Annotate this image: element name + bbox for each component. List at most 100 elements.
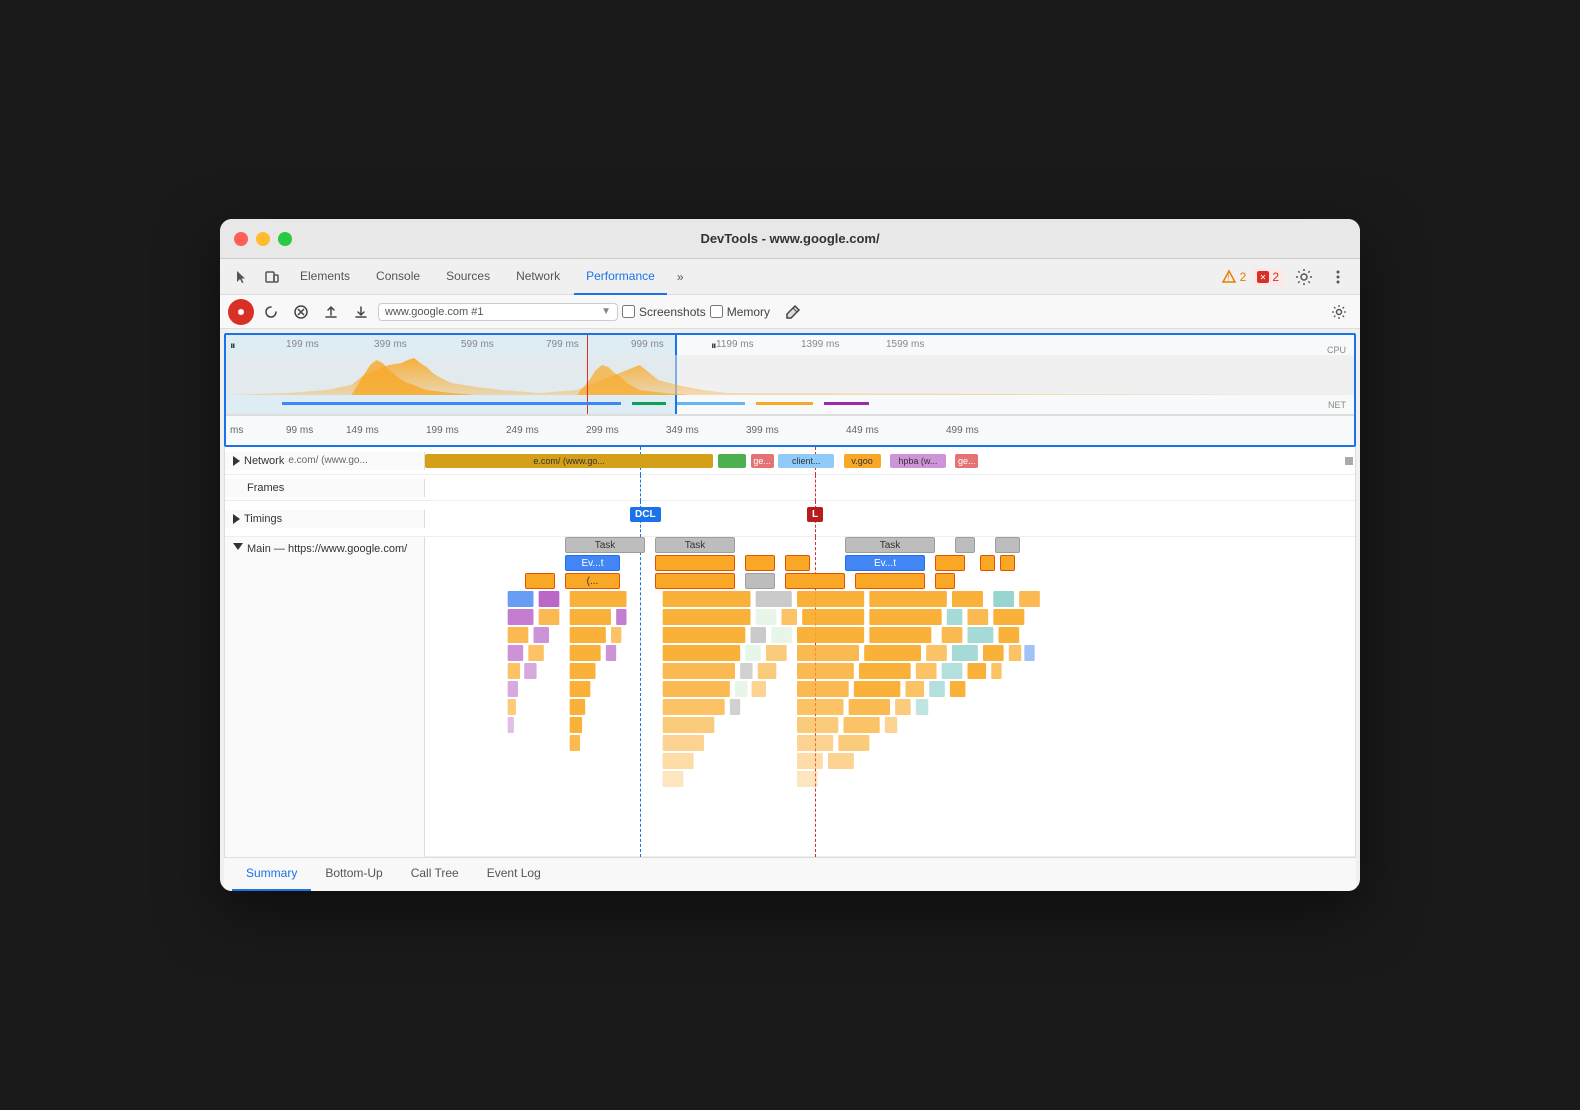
ruler-499: 499 ms: [946, 425, 979, 436]
ruler-199: 199 ms: [426, 425, 459, 436]
maximize-button[interactable]: [278, 232, 292, 246]
task-row-2: Ev...t Ev...t: [425, 555, 1355, 573]
record-button[interactable]: [228, 299, 254, 325]
main-label: Main — https://www.google.com/: [247, 543, 407, 555]
tab-call-tree[interactable]: Call Tree: [397, 857, 473, 891]
network-url-short: e.com/ (www.go...: [288, 455, 367, 466]
warning-badge: ! 2: [1221, 269, 1247, 285]
screenshots-label: Screenshots: [639, 305, 706, 319]
screenshots-checkbox[interactable]: [622, 305, 635, 318]
yellow-bar-3[interactable]: [785, 555, 810, 571]
yellow-bar-5[interactable]: [980, 555, 995, 571]
marker-999: 999 ms: [631, 339, 664, 350]
task-row-1: Task Task Task: [425, 537, 1355, 555]
svg-text:!: !: [1227, 273, 1229, 282]
network-track-content: e.com/ (www.go... ge... client... v.goo …: [425, 447, 1355, 475]
settings-icon[interactable]: [1290, 263, 1318, 291]
main-collapse-icon[interactable]: [233, 543, 243, 550]
memory-label: Memory: [727, 305, 770, 319]
timings-expand-icon[interactable]: [233, 514, 240, 524]
task-r3-5[interactable]: [785, 573, 845, 589]
net-bar-vgoo: v.goo: [844, 454, 881, 468]
ruler-399: 399 ms: [746, 425, 779, 436]
task-2[interactable]: Task: [655, 537, 735, 553]
tab-sources[interactable]: Sources: [434, 259, 502, 295]
frames-track-label: Frames: [225, 479, 425, 497]
marker-799: 799 ms: [546, 339, 579, 350]
svg-text:✕: ✕: [1260, 273, 1267, 282]
net-bar-ge3: ge...: [955, 454, 978, 468]
tab-console[interactable]: Console: [364, 259, 432, 295]
marker-1199: 1199 ms: [716, 339, 754, 350]
marker-399: 399 ms: [374, 339, 407, 350]
tab-performance[interactable]: Performance: [574, 259, 667, 295]
task-r3-3[interactable]: [655, 573, 735, 589]
pause-icon-left: ⏸: [230, 340, 236, 353]
tab-summary[interactable]: Summary: [232, 857, 311, 891]
task-1[interactable]: Task: [565, 537, 645, 553]
frames-dcl-line: [640, 475, 641, 501]
reload-record-button[interactable]: [258, 299, 284, 325]
task-r3-2[interactable]: (...: [565, 573, 620, 589]
task-r3-1[interactable]: [525, 573, 555, 589]
clear-button[interactable]: [288, 299, 314, 325]
marker-199: 199 ms: [286, 339, 319, 350]
timeline-main: Network e.com/ (www.go... e.com/ (www.go…: [224, 447, 1356, 857]
network-expand-icon[interactable]: [233, 456, 240, 466]
net-bar-hpba: hpba (w...: [890, 454, 946, 468]
task-4[interactable]: [955, 537, 975, 553]
broom-icon[interactable]: [780, 299, 806, 325]
minimize-button[interactable]: [256, 232, 270, 246]
ruler-0: ms: [230, 425, 243, 436]
frames-label: Frames: [247, 482, 284, 494]
main-track-label: Main — https://www.google.com/: [225, 537, 425, 857]
net-bar-main: e.com/ (www.go...: [425, 454, 713, 468]
cpu-chart: [226, 355, 1354, 395]
device-icon[interactable]: [258, 263, 286, 291]
dcl-badge: DCL: [630, 507, 661, 522]
memory-checkbox[interactable]: [710, 305, 723, 318]
performance-toolbar: ▼ Screenshots Memory: [220, 295, 1360, 329]
tab-elements[interactable]: Elements: [288, 259, 362, 295]
net-bar-ge1: [718, 454, 746, 468]
tab-event-log[interactable]: Event Log: [473, 857, 555, 891]
network-track-row: Network e.com/ (www.go... e.com/ (www.go…: [225, 447, 1355, 475]
titlebar: DevTools - www.google.com/: [220, 219, 1360, 259]
task-r3-6[interactable]: [855, 573, 925, 589]
perf-settings-button[interactable]: [1326, 299, 1352, 325]
url-dropdown-icon[interactable]: ▼: [601, 306, 611, 317]
ev-bar-2[interactable]: Ev...t: [845, 555, 925, 571]
scroll-indicator: [1345, 457, 1353, 465]
upload-button[interactable]: [318, 299, 344, 325]
bottom-tabs: Summary Bottom-Up Call Tree Event Log: [224, 857, 1356, 891]
task-3[interactable]: Task: [845, 537, 935, 553]
yellow-bar-4[interactable]: [935, 555, 965, 571]
lcp-badge: L: [807, 507, 823, 522]
frames-track-content: [425, 475, 1355, 501]
task-r3-4[interactable]: [745, 573, 775, 589]
url-input[interactable]: [385, 306, 599, 318]
timings-track-content: DCL L: [425, 501, 1355, 537]
yellow-bar-2[interactable]: [745, 555, 775, 571]
net-bar-ge2: ge...: [751, 454, 774, 468]
url-input-wrap: ▼: [378, 303, 618, 321]
ev-bar-1[interactable]: Ev...t: [565, 555, 620, 571]
more-options-icon[interactable]: [1324, 263, 1352, 291]
close-button[interactable]: [234, 232, 248, 246]
tabs-right-controls: ! 2 ✕ 2: [1221, 263, 1352, 291]
window-controls: [234, 232, 292, 246]
yellow-bar-6[interactable]: [1000, 555, 1015, 571]
net-bar: [226, 401, 1354, 406]
main-track-row: Main — https://www.google.com/ Task Task…: [225, 537, 1355, 857]
tab-network[interactable]: Network: [504, 259, 572, 295]
download-button[interactable]: [348, 299, 374, 325]
tab-bottom-up[interactable]: Bottom-Up: [311, 857, 396, 891]
cursor-icon[interactable]: [228, 263, 256, 291]
marker-599: 599 ms: [461, 339, 494, 350]
ruler-449: 449 ms: [846, 425, 879, 436]
task-r3-7[interactable]: [935, 573, 955, 589]
yellow-bar-1[interactable]: [655, 555, 735, 571]
task-5[interactable]: [995, 537, 1020, 553]
net-bar-client: client...: [778, 454, 834, 468]
more-tabs[interactable]: »: [669, 266, 692, 288]
